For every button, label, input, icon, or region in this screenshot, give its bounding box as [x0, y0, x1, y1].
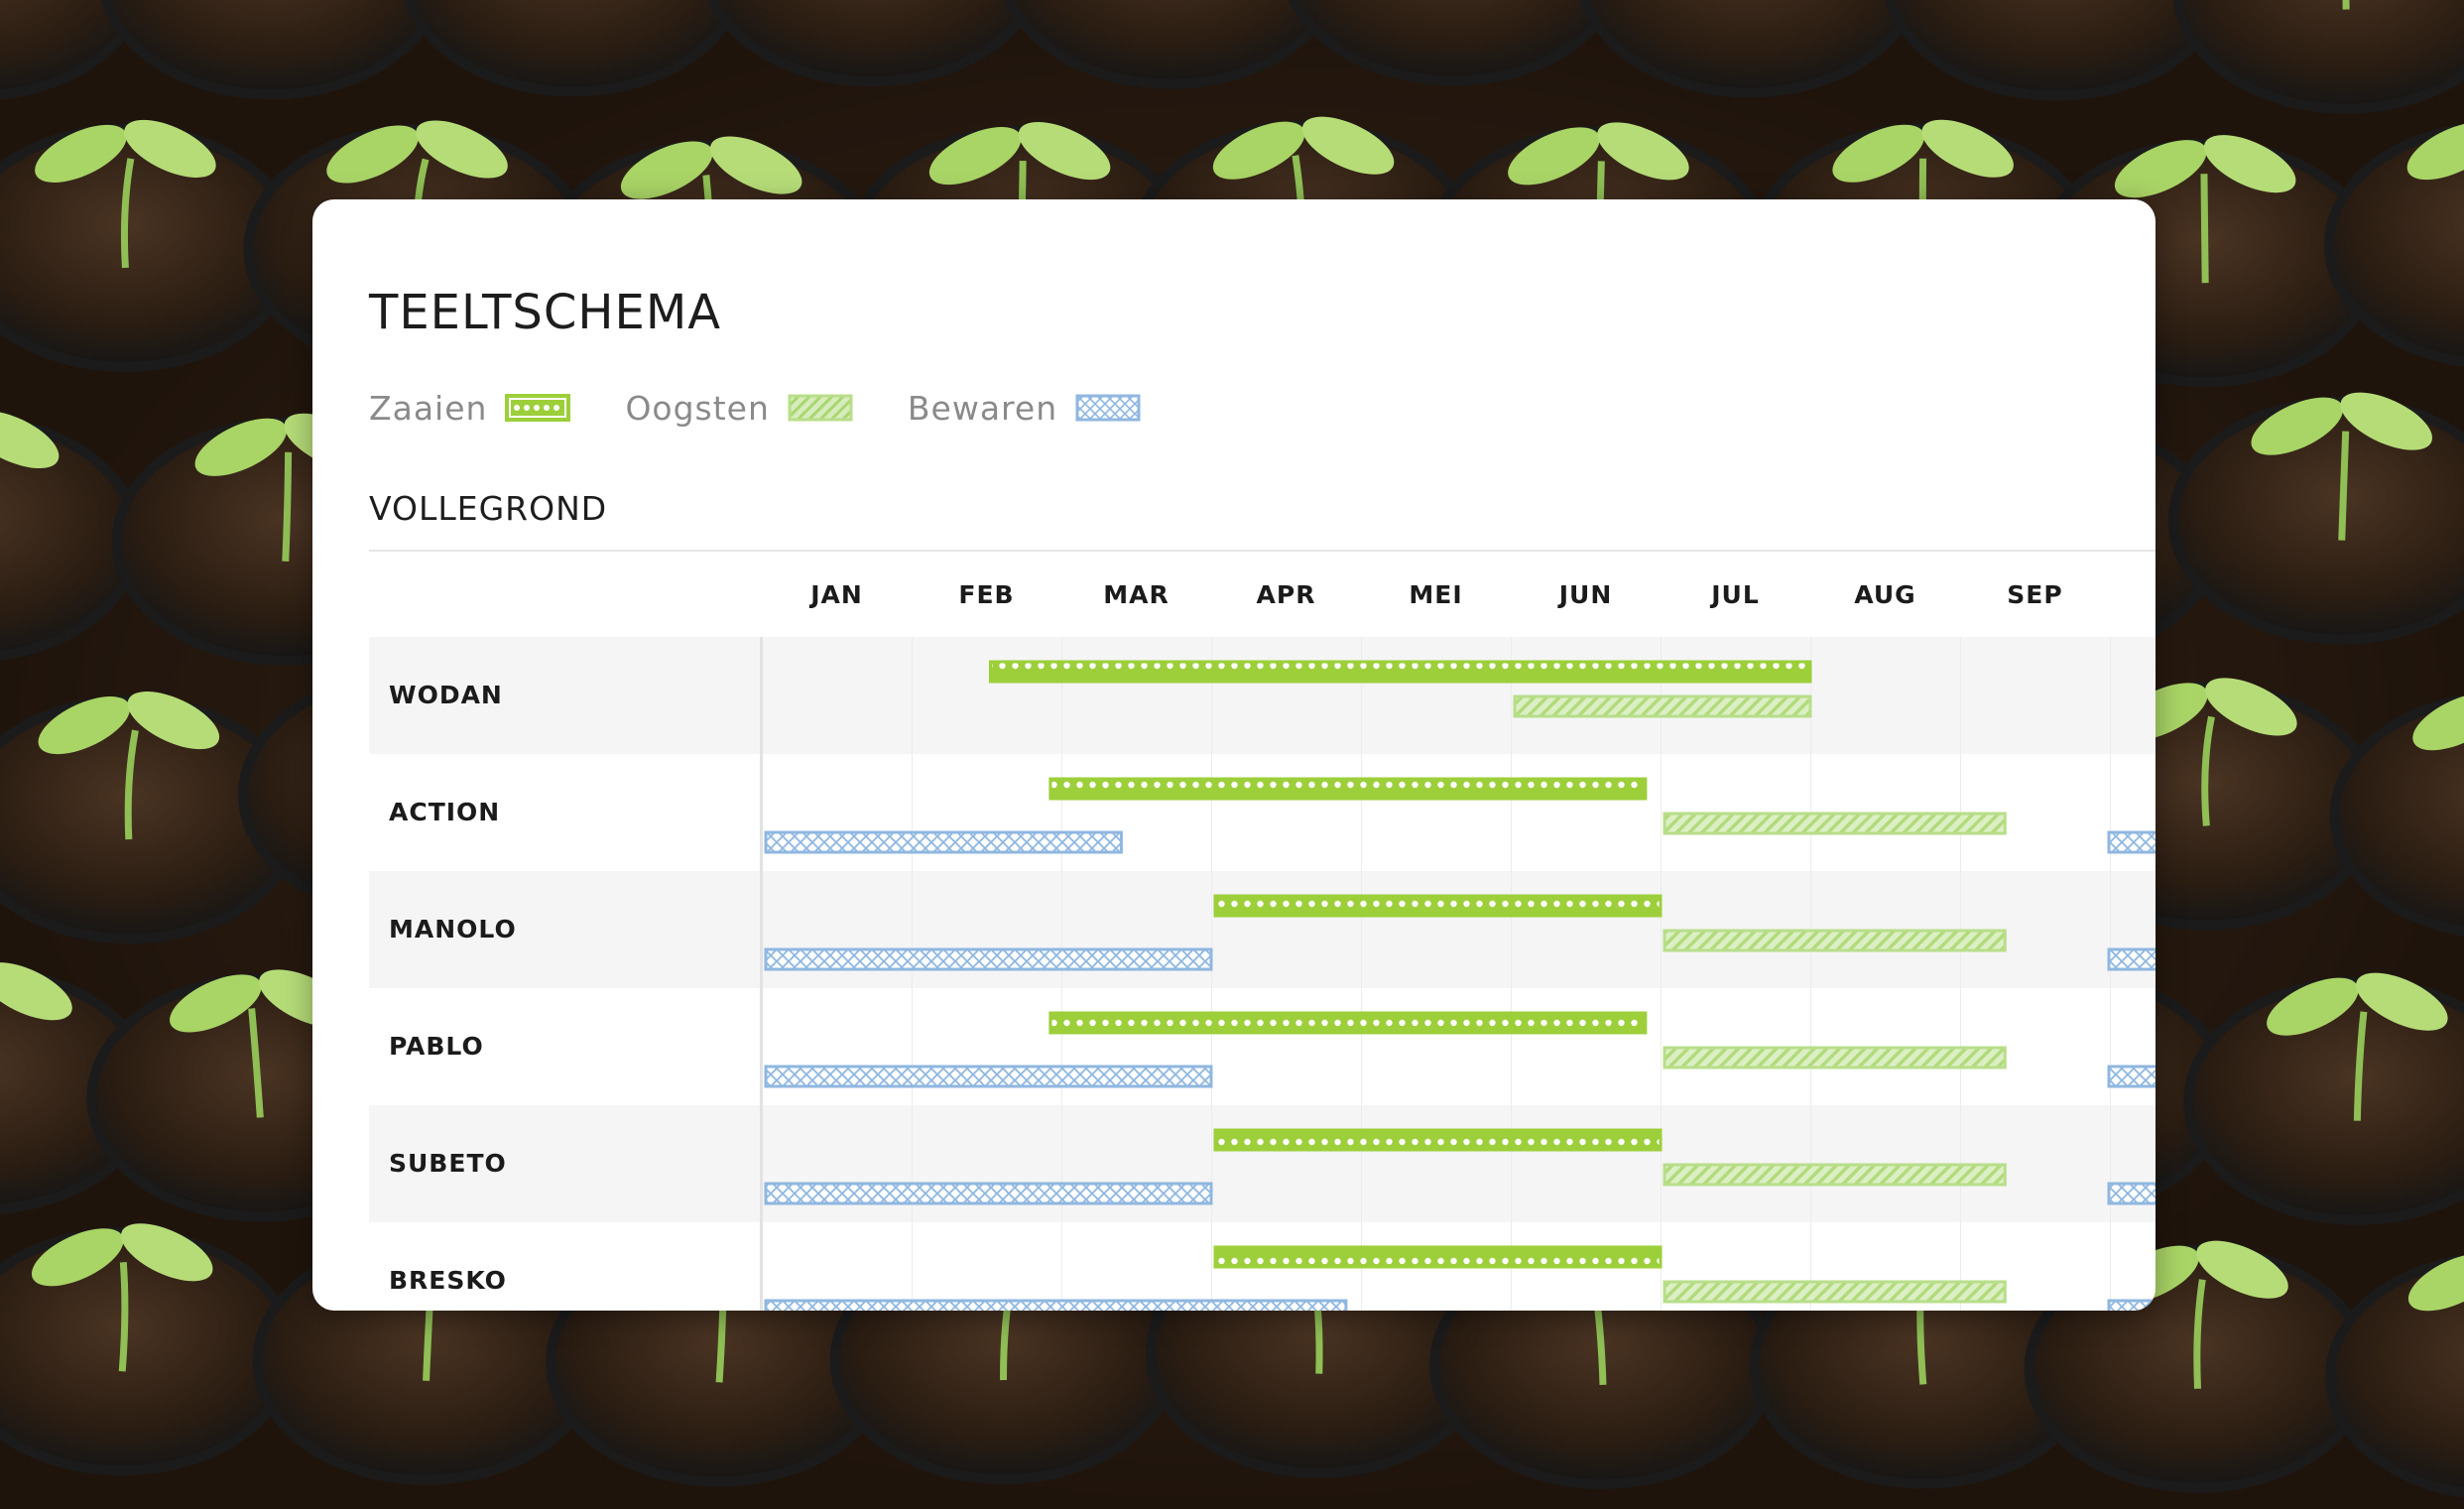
zaaien-bar	[1213, 1128, 1663, 1152]
sprout-stem	[2338, 431, 2350, 541]
oogsten-bar	[1513, 694, 1812, 718]
zaaien-bar	[1048, 1011, 1648, 1035]
bewaren-bar	[764, 1065, 1213, 1088]
bewaren-bar-continuation	[2107, 830, 2156, 854]
oogsten-bar	[1663, 929, 2007, 952]
zaaien-bar	[989, 660, 1812, 684]
bewaren-bar	[764, 1299, 1348, 1311]
bewaren-bar-continuation	[2107, 1065, 2156, 1088]
bewaren-bar	[764, 1182, 1213, 1205]
bewaren-bar-continuation	[2107, 1299, 2156, 1311]
bewaren-bar	[764, 830, 1123, 854]
zaaien-bar	[1213, 1245, 1663, 1269]
bewaren-bar	[764, 947, 1213, 971]
oogsten-bar	[1663, 1163, 2007, 1187]
oogsten-bar	[1663, 1280, 2007, 1304]
bewaren-bar-continuation	[2107, 1182, 2156, 1205]
gantt-bars	[764, 660, 2156, 1311]
bewaren-bar-continuation	[2107, 947, 2156, 971]
teeltschema-card: TEELTSCHEMA Zaaien Oogsten Bewaren VOLLE…	[312, 199, 2156, 1311]
oogsten-bar	[1663, 812, 2007, 835]
sprout-stem	[118, 1262, 129, 1372]
sprout-stem	[282, 451, 293, 562]
zaaien-bar	[1213, 894, 1663, 918]
zaaien-bar	[1048, 777, 1648, 801]
sprout-stem	[2200, 174, 2209, 284]
oogsten-bar	[1663, 1046, 2007, 1069]
